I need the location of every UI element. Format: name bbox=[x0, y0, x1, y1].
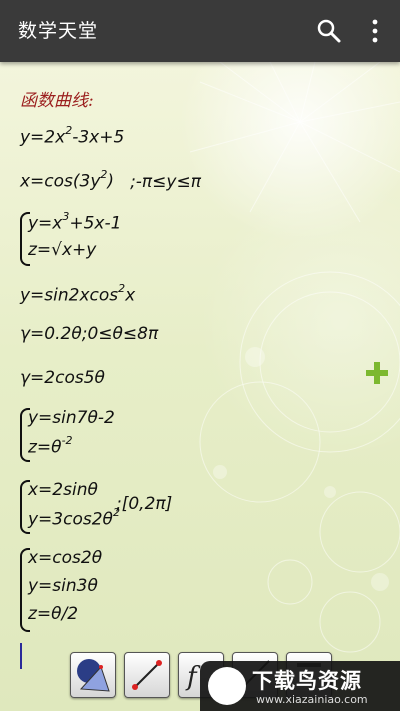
formula-9-line-1: x=cos2θ bbox=[28, 548, 103, 568]
watermark-logo bbox=[208, 667, 246, 705]
watermark: 下载鸟资源 www.xiazainiao.com bbox=[200, 661, 400, 711]
formula-9-line-2: y=sin3θ bbox=[28, 576, 98, 596]
add-icon[interactable] bbox=[366, 362, 388, 384]
formula-2-exp: 2 bbox=[100, 168, 108, 181]
formula-4-exp: 2 bbox=[118, 282, 126, 295]
formula-3-part: y=x bbox=[28, 213, 63, 234]
formula-6[interactable]: γ=2cos5θ bbox=[20, 368, 105, 388]
text-cursor bbox=[20, 643, 22, 669]
line-segment-icon bbox=[132, 660, 162, 690]
formula-7-line-1: y=sin7θ-2 bbox=[28, 408, 115, 428]
formula-8-range: ;[0,2π] bbox=[116, 494, 173, 514]
formula-2-range: ;-π≤y≤π bbox=[130, 171, 201, 192]
formula-4-part: y=sin2xcos bbox=[20, 285, 119, 306]
formula-4[interactable]: y=sin2xcos2x bbox=[20, 282, 136, 306]
formula-1-exp: 2 bbox=[65, 124, 73, 137]
formula-8-line-2: y=3cos2θ2 bbox=[28, 506, 120, 530]
formula-1[interactable]: y=2x2-3x+5 bbox=[20, 124, 125, 148]
formula-3-line-1: y=x3+5x-1 bbox=[28, 210, 122, 234]
cone-button[interactable] bbox=[70, 652, 116, 698]
formula-9-line-3: z=θ/2 bbox=[28, 604, 79, 624]
formula-3-line-2: z=√x+y bbox=[28, 240, 97, 260]
formula-8-part: y=3cos2θ bbox=[28, 509, 113, 530]
app-title: 数学天堂 bbox=[18, 20, 99, 42]
watermark-title: 下载鸟资源 bbox=[252, 669, 362, 693]
app-bar: 数学天堂 bbox=[0, 0, 400, 62]
formula-7-part: z=θ bbox=[28, 437, 62, 458]
formula-2-part: ) bbox=[107, 171, 115, 192]
svg-text:f: f bbox=[185, 662, 201, 692]
formula-1-part: y=2x bbox=[20, 127, 66, 148]
cone-icon bbox=[77, 659, 110, 692]
formula-2[interactable]: x=cos(3y2) ;-π≤y≤π bbox=[20, 168, 201, 192]
watermark-url: www.xiazainiao.com bbox=[256, 693, 368, 706]
formula-3-exp: 3 bbox=[62, 210, 70, 223]
formula-2-part: x=cos(3y bbox=[20, 171, 101, 192]
formula-5[interactable]: γ=0.2θ;0≤θ≤8π bbox=[20, 324, 158, 344]
formula-7-exp: -2 bbox=[61, 434, 73, 447]
formula-3-part: +5x-1 bbox=[69, 213, 122, 234]
line-segment-button[interactable] bbox=[124, 652, 170, 698]
formula-canvas[interactable]: 函数曲线: y=2x2-3x+5 x=cos(3y2) ;-π≤y≤π y=x3+… bbox=[0, 62, 400, 711]
formula-7-line-2: z=θ-2 bbox=[28, 434, 73, 458]
more-vert-icon[interactable] bbox=[366, 18, 384, 44]
formula-1-part: -3x+5 bbox=[72, 127, 125, 148]
formula-4-part: x bbox=[125, 285, 136, 306]
formula-8-line-1: x=2sinθ bbox=[28, 480, 98, 500]
curves-heading: 函数曲线: bbox=[20, 91, 94, 111]
search-icon[interactable] bbox=[316, 18, 342, 44]
